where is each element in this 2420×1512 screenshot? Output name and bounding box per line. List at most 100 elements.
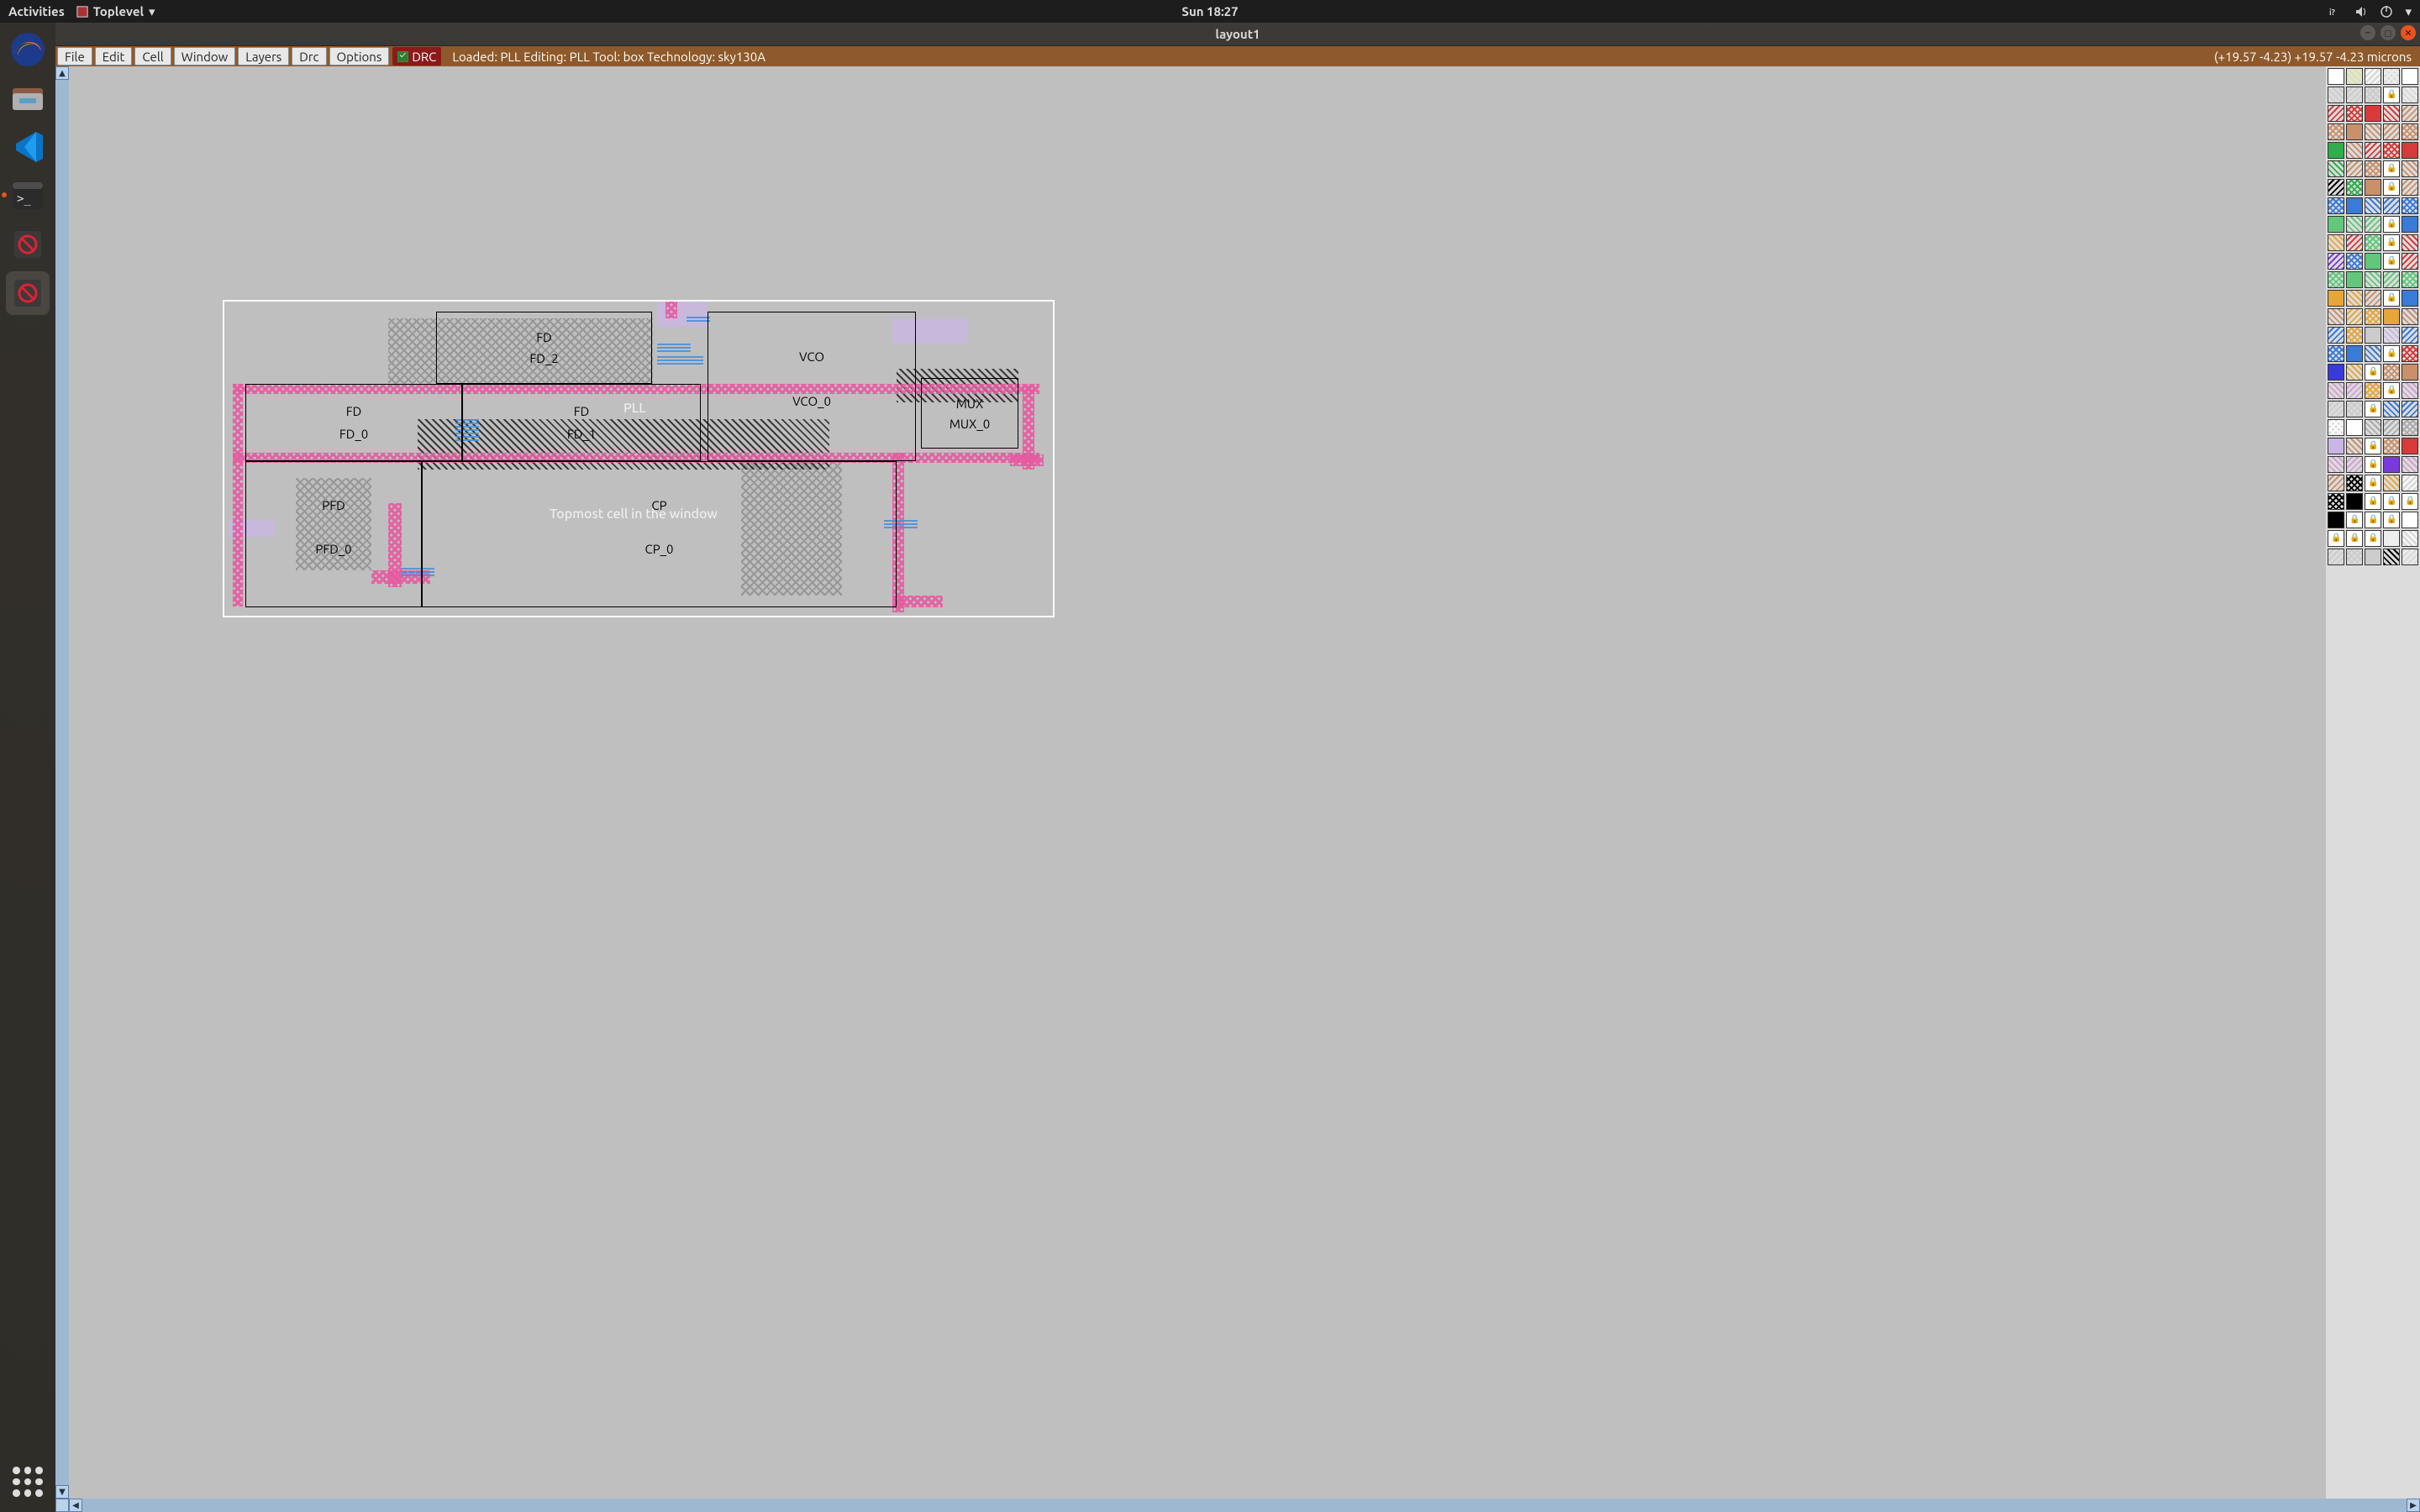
- layout-canvas[interactable]: PLL Topmost cell in the window FDFD_0FDF…: [69, 66, 2326, 1499]
- layer-swatch[interactable]: [2402, 364, 2418, 381]
- layer-swatch[interactable]: [2383, 438, 2400, 454]
- layer-swatch[interactable]: [2346, 345, 2363, 362]
- volume-icon[interactable]: [2354, 5, 2368, 18]
- layer-swatch[interactable]: [2365, 68, 2381, 85]
- layer-swatch[interactable]: [2402, 382, 2418, 399]
- layer-swatch[interactable]: [2402, 290, 2418, 307]
- cell-fd_2[interactable]: FDFD_2: [436, 312, 652, 384]
- layer-swatch[interactable]: [2365, 382, 2381, 399]
- layer-swatch[interactable]: [2346, 142, 2363, 159]
- layer-swatch[interactable]: [2383, 160, 2400, 177]
- layer-swatch[interactable]: [2402, 253, 2418, 270]
- layer-swatch[interactable]: [2365, 290, 2381, 307]
- layer-swatch[interactable]: [2402, 179, 2418, 196]
- layer-swatch[interactable]: [2346, 493, 2363, 510]
- layer-swatch[interactable]: [2365, 549, 2381, 565]
- layer-swatch[interactable]: [2402, 123, 2418, 140]
- layer-swatch[interactable]: [2383, 419, 2400, 436]
- layer-swatch[interactable]: [2383, 512, 2400, 528]
- layer-swatch[interactable]: [2365, 438, 2381, 454]
- dock-blocked-2[interactable]: [6, 271, 50, 315]
- layer-swatch[interactable]: [2365, 253, 2381, 270]
- cell-fd_0[interactable]: FDFD_0: [245, 384, 462, 461]
- layer-swatch[interactable]: [2346, 290, 2363, 307]
- layer-swatch[interactable]: [2402, 234, 2418, 251]
- layer-swatch[interactable]: [2402, 512, 2418, 528]
- layer-swatch[interactable]: [2365, 364, 2381, 381]
- layer-swatch[interactable]: [2328, 142, 2344, 159]
- layer-swatch[interactable]: [2383, 493, 2400, 510]
- layer-swatch[interactable]: [2346, 123, 2363, 140]
- layer-swatch[interactable]: [2346, 197, 2363, 214]
- layer-swatch[interactable]: [2365, 475, 2381, 491]
- layer-swatch[interactable]: [2328, 197, 2344, 214]
- vscroll-track[interactable]: [55, 80, 69, 1485]
- layer-swatch[interactable]: [2328, 493, 2344, 510]
- layer-swatch[interactable]: [2402, 549, 2418, 565]
- layer-swatch[interactable]: [2383, 364, 2400, 381]
- layer-swatch[interactable]: [2383, 216, 2400, 233]
- menu-edit[interactable]: Edit: [95, 47, 133, 66]
- hscroll-track[interactable]: [82, 1499, 2407, 1512]
- layer-swatch[interactable]: [2402, 438, 2418, 454]
- layer-swatch[interactable]: [2402, 401, 2418, 417]
- layer-swatch[interactable]: [2402, 475, 2418, 491]
- layer-swatch[interactable]: [2328, 68, 2344, 85]
- layer-swatch[interactable]: [2346, 179, 2363, 196]
- layer-swatch[interactable]: [2346, 401, 2363, 417]
- cell-mux_0[interactable]: MUXMUX_0: [921, 378, 1018, 449]
- activities-button[interactable]: Activities: [8, 4, 65, 18]
- layer-swatch[interactable]: [2383, 179, 2400, 196]
- layer-swatch[interactable]: [2346, 68, 2363, 85]
- window-close-button[interactable]: ✕: [2401, 25, 2416, 40]
- power-icon[interactable]: [2380, 5, 2393, 18]
- layer-swatch[interactable]: [2328, 364, 2344, 381]
- layer-swatch[interactable]: [2328, 475, 2344, 491]
- layer-swatch[interactable]: [2328, 549, 2344, 565]
- layer-swatch[interactable]: [2346, 160, 2363, 177]
- layer-swatch[interactable]: [2383, 475, 2400, 491]
- layer-swatch[interactable]: [2365, 160, 2381, 177]
- layer-swatch[interactable]: [2328, 271, 2344, 288]
- layer-swatch[interactable]: [2402, 142, 2418, 159]
- input-method-icon[interactable]: i?: [2329, 5, 2343, 18]
- layer-swatch[interactable]: [2402, 308, 2418, 325]
- layer-swatch[interactable]: [2402, 271, 2418, 288]
- cell-fd_1[interactable]: FDFD_1: [462, 384, 701, 461]
- menu-options[interactable]: Options: [329, 47, 390, 66]
- layer-swatch[interactable]: [2346, 105, 2363, 122]
- menu-drc[interactable]: Drc: [292, 47, 326, 66]
- layer-swatch[interactable]: [2383, 549, 2400, 565]
- layer-swatch[interactable]: [2365, 419, 2381, 436]
- layer-swatch[interactable]: [2365, 512, 2381, 528]
- layer-swatch[interactable]: [2365, 327, 2381, 344]
- layer-swatch[interactable]: [2346, 364, 2363, 381]
- layer-swatch[interactable]: [2365, 123, 2381, 140]
- layer-swatch[interactable]: [2328, 530, 2344, 547]
- layer-swatch[interactable]: [2402, 160, 2418, 177]
- layer-swatch[interactable]: [2346, 530, 2363, 547]
- layer-swatch[interactable]: [2365, 87, 2381, 103]
- layer-swatch[interactable]: [2365, 234, 2381, 251]
- layer-swatch[interactable]: [2402, 530, 2418, 547]
- scroll-right-icon[interactable]: ▶: [2407, 1499, 2420, 1512]
- layer-swatch[interactable]: [2365, 530, 2381, 547]
- layer-swatch[interactable]: [2383, 382, 2400, 399]
- layer-swatch[interactable]: [2402, 105, 2418, 122]
- layer-swatch[interactable]: [2365, 197, 2381, 214]
- layer-swatch[interactable]: [2402, 493, 2418, 510]
- layer-swatch[interactable]: [2346, 327, 2363, 344]
- layer-swatch[interactable]: [2383, 345, 2400, 362]
- layer-swatch[interactable]: [2328, 253, 2344, 270]
- layer-swatch[interactable]: [2365, 179, 2381, 196]
- layer-swatch[interactable]: [2346, 216, 2363, 233]
- layer-swatch[interactable]: [2328, 290, 2344, 307]
- layer-swatch[interactable]: [2328, 123, 2344, 140]
- window-maximize-button[interactable]: ◻: [2381, 25, 2396, 40]
- dock-blocked-1[interactable]: [6, 223, 50, 266]
- menu-file[interactable]: File: [57, 47, 92, 66]
- layer-swatch[interactable]: [2328, 382, 2344, 399]
- clock[interactable]: Sun 18:27: [1181, 4, 1238, 18]
- layer-swatch[interactable]: [2365, 216, 2381, 233]
- layer-swatch[interactable]: [2383, 290, 2400, 307]
